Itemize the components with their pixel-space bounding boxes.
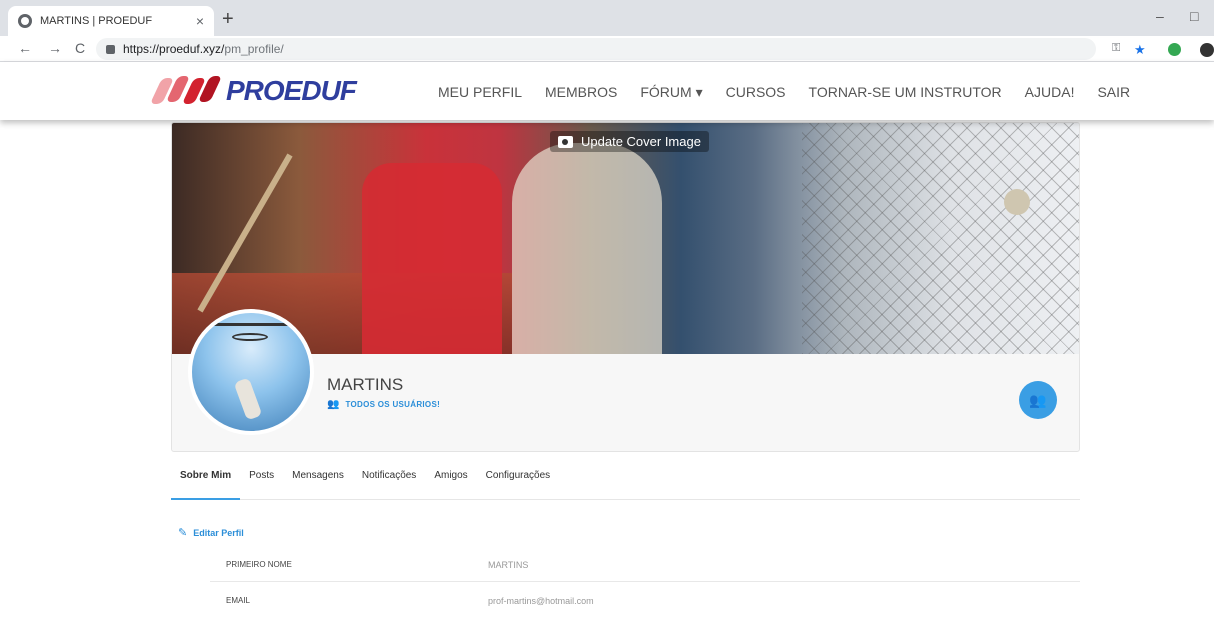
- group-label: TODOS OS USUÁRIOS!: [345, 400, 441, 409]
- tab-notificacoes[interactable]: Notificações: [353, 462, 425, 500]
- main-nav: MEU PERFIL MEMBROS FÓRUM ▾ CURSOS TORNAR…: [438, 84, 1153, 101]
- url-host: https://proeduf.xyz/: [123, 42, 225, 56]
- nav-membros[interactable]: MEMBROS: [545, 84, 617, 101]
- url-path: pm_profile/: [224, 42, 284, 56]
- url-input[interactable]: https://proeduf.xyz/pm_profile/: [96, 38, 1096, 60]
- runners-logo-icon: [146, 74, 226, 108]
- edit-profile-link[interactable]: ✎ Editar Perfil: [178, 526, 244, 539]
- update-cover-button[interactable]: Update Cover Image: [550, 131, 709, 152]
- logo-text: PROEDUF: [226, 75, 357, 106]
- globe-icon: [18, 14, 32, 28]
- nav-meu-perfil[interactable]: MEU PERFIL: [438, 84, 522, 101]
- extension-check-icon[interactable]: [1168, 43, 1181, 56]
- users-icon: 👥: [327, 399, 340, 410]
- new-tab-button[interactable]: +: [222, 8, 234, 31]
- cover-athlete: [362, 163, 502, 354]
- cover-volleyball-net: [802, 123, 1079, 354]
- profile-avatar-icon[interactable]: [1200, 43, 1214, 57]
- nav-ajuda[interactable]: AJUDA!: [1025, 84, 1075, 101]
- forward-icon[interactable]: →: [48, 40, 62, 56]
- address-bar: ← → C https://proeduf.xyz/pm_profile/: [0, 36, 1214, 62]
- cover-volleyball: [1004, 189, 1030, 215]
- site-logo[interactable]: PROEDUF: [146, 74, 357, 108]
- browser-tabstrip: MARTINS | PROEDUF × + – □: [0, 0, 1214, 36]
- browser-tab[interactable]: MARTINS | PROEDUF ×: [8, 6, 214, 36]
- nav-cursos[interactable]: CURSOS: [726, 84, 786, 101]
- field-label: EMAIL: [226, 596, 251, 605]
- cover-basketball-player: [512, 143, 662, 354]
- maximize-icon[interactable]: □: [1190, 8, 1198, 24]
- nav-sair[interactable]: SAIR: [1097, 84, 1130, 101]
- tab-title: MARTINS | PROEDUF: [40, 15, 153, 27]
- profile-card: Update Cover Image MARTINS 👥 TODOS OS US…: [171, 122, 1080, 452]
- avatar-hoop: [232, 333, 268, 341]
- camera-icon: [558, 135, 573, 148]
- nav-tornar-se-instrutor[interactable]: TORNAR-SE UM INSTRUTOR: [809, 84, 1002, 101]
- profile-name: MARTINS: [327, 375, 404, 394]
- back-icon[interactable]: ←: [18, 40, 32, 56]
- group-users-icon: 👥: [1029, 391, 1047, 408]
- star-icon[interactable]: ★: [1134, 42, 1146, 58]
- pencil-icon: ✎: [178, 527, 188, 539]
- lock-icon: [106, 44, 115, 54]
- profile-tabs: Sobre Mim Posts Mensagens Notificações A…: [171, 462, 1080, 500]
- field-row: EMAIL prof-martins@hotmail.com: [210, 584, 1080, 618]
- minimize-icon[interactable]: –: [1156, 8, 1164, 24]
- reload-icon[interactable]: C: [75, 40, 85, 56]
- tab-sobre-mim[interactable]: Sobre Mim: [171, 462, 241, 500]
- field-label: PRIMEIRO NOME: [226, 560, 292, 569]
- tab-amigos[interactable]: Amigos: [425, 462, 476, 500]
- tab-mensagens[interactable]: Mensagens: [283, 462, 353, 500]
- edit-profile-label: Editar Perfil: [193, 527, 244, 538]
- tab-posts[interactable]: Posts: [240, 462, 283, 500]
- group-users-button[interactable]: 👥: [1019, 381, 1057, 419]
- avatar[interactable]: [188, 309, 314, 435]
- nav-forum[interactable]: FÓRUM ▾: [640, 84, 702, 101]
- update-cover-label: Update Cover Image: [581, 134, 701, 149]
- key-icon[interactable]: ⚿: [1112, 42, 1120, 55]
- avatar-player: [233, 377, 263, 421]
- tab-close-icon[interactable]: ×: [196, 13, 204, 29]
- tab-configuracoes[interactable]: Configurações: [477, 462, 559, 500]
- group-link[interactable]: 👥 TODOS OS USUÁRIOS!: [327, 399, 440, 410]
- cover-image: Update Cover Image: [172, 123, 1079, 354]
- field-value: prof-martins@hotmail.com: [488, 596, 594, 606]
- site-header: PROEDUF MEU PERFIL MEMBROS FÓRUM ▾ CURSO…: [0, 62, 1214, 120]
- avatar-backboard: [212, 323, 288, 326]
- url-text: https://proeduf.xyz/pm_profile/: [123, 42, 284, 56]
- field-value: MARTINS: [488, 560, 529, 570]
- field-row: PRIMEIRO NOME MARTINS: [210, 548, 1080, 582]
